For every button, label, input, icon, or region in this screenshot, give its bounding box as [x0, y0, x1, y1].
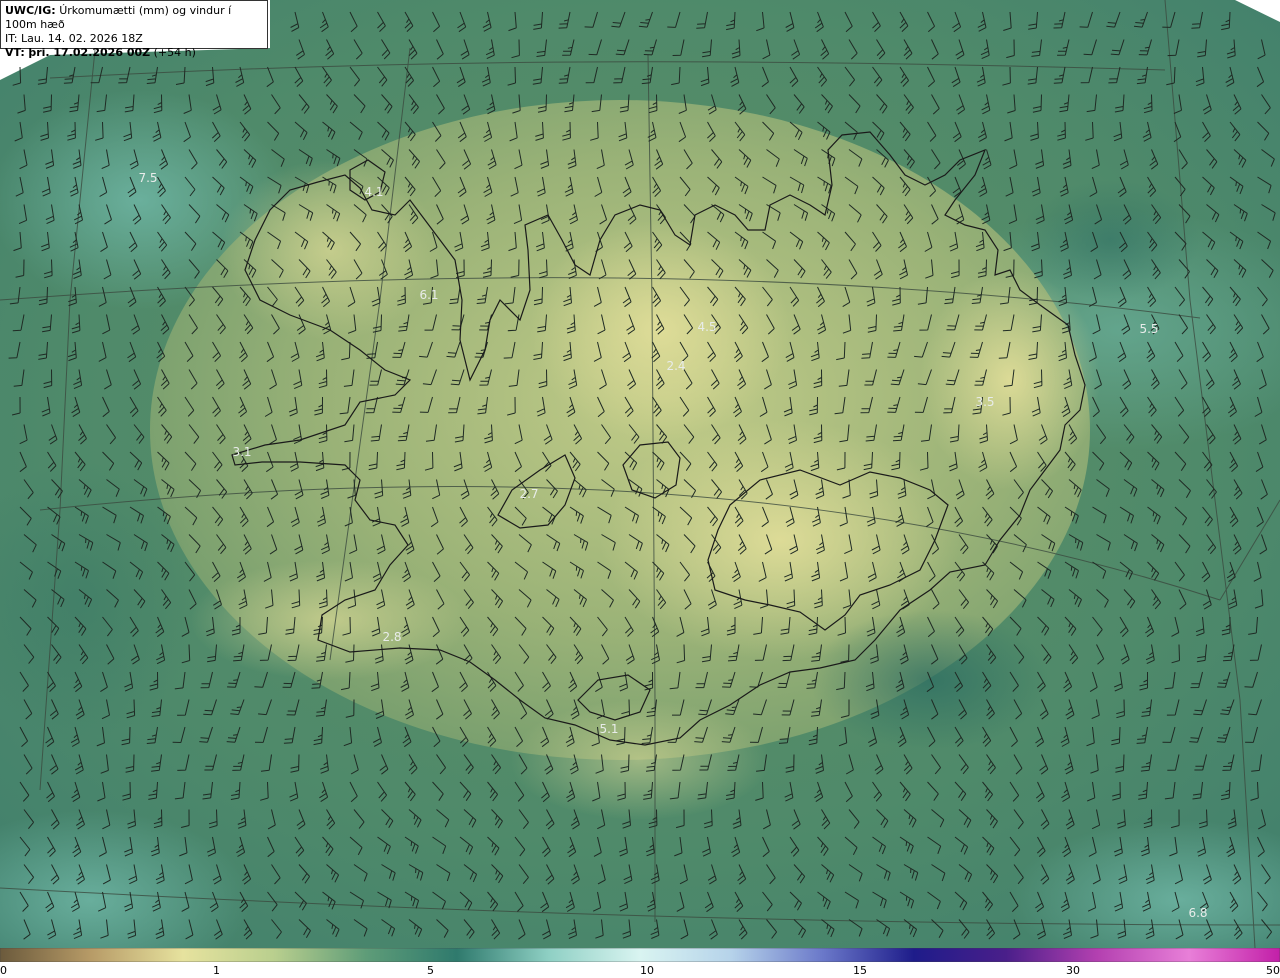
map-value-label: 3.5	[975, 395, 994, 409]
map-value-label: 6.8	[1188, 906, 1207, 920]
colorbar-tick-label: 0	[0, 964, 7, 977]
colorbar-tick-label: 15	[853, 964, 867, 977]
header-title-line: UWC/IG: Úrkomumætti (mm) og vindur í 100…	[5, 4, 263, 32]
colorbar-tick-label: 1	[213, 964, 220, 977]
colorbar-gradient	[0, 948, 1280, 962]
map-value-label: 2.8	[382, 630, 401, 644]
valid-time: þri. 17.02.2026 00Z	[28, 46, 151, 59]
map-value-label: 5.1	[599, 722, 618, 736]
valid-time-line: VT: þri. 17.02.2026 00Z (+54 h)	[5, 46, 263, 60]
map-value-label: 2.4	[666, 359, 685, 373]
colorbar-tick-label: 5	[427, 964, 434, 977]
valid-prefix: VT:	[5, 46, 25, 59]
lead-time: (+54 h)	[153, 46, 196, 59]
colorbar-tick-label: 50	[1266, 964, 1280, 977]
map-value-label: 4.5	[697, 320, 716, 334]
map-value-label: 5.5	[1139, 322, 1158, 336]
colorbar	[0, 948, 1280, 962]
colorbar-tick-label: 30	[1066, 964, 1080, 977]
colorbar-labels: 0 1 5 10 15 30 50	[0, 962, 1280, 978]
map-value-label: 7.5	[138, 171, 157, 185]
colorbar-tick-label: 10	[640, 964, 654, 977]
map-value-label: 6.1	[419, 288, 438, 302]
model-name: UWC/IG:	[5, 4, 56, 17]
map-value-label: 3.1	[232, 445, 251, 459]
map-value-label: 2.7	[519, 487, 538, 501]
map-header: UWC/IG: Úrkomumætti (mm) og vindur í 100…	[0, 0, 268, 59]
map-value-label: 4.1	[364, 185, 383, 199]
issue-time: IT: Lau. 14. 02. 2026 18Z	[5, 32, 143, 45]
precipitation-wind-map: 7.5 4.1 6.1 4.5 2.4 5.5 3.5 3.1 2.7 2.8 5.1 6.8	[0, 0, 1280, 948]
